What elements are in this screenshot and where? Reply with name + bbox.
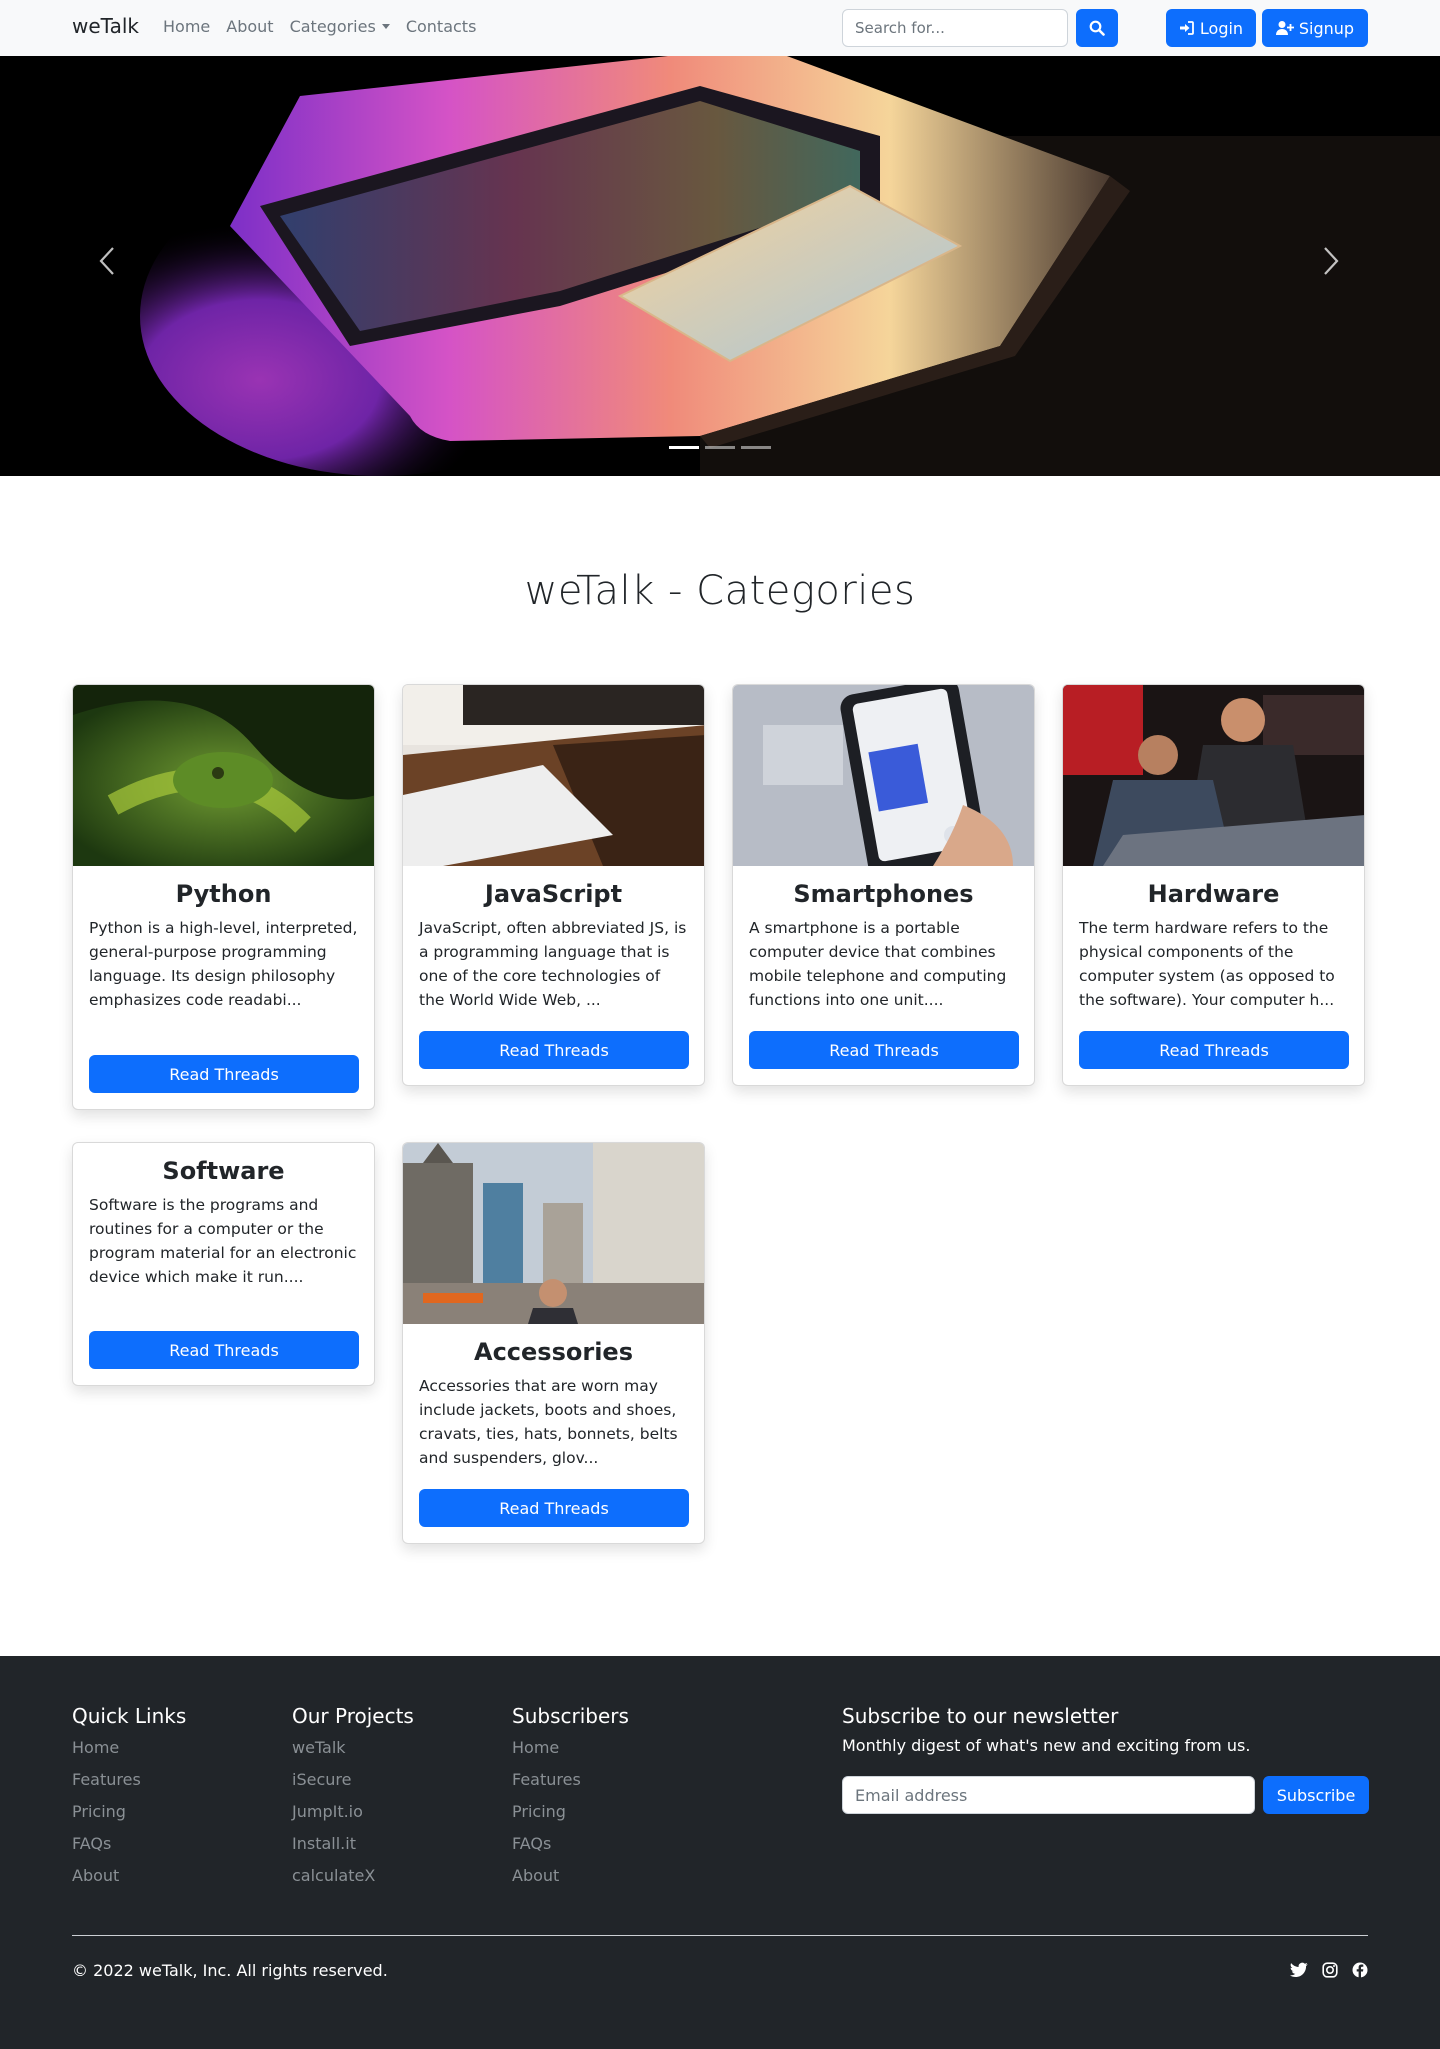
footer-link[interactable]: About — [72, 1864, 186, 1896]
card-title: Accessories — [474, 1338, 633, 1366]
card-image-hardware — [1063, 685, 1364, 866]
subscribe-button[interactable]: Subscribe — [1263, 1776, 1369, 1814]
newsletter-form: Subscribe to our newsletter Monthly dige… — [842, 1704, 1369, 1814]
carousel-prev-icon[interactable] — [98, 246, 116, 276]
card-text: The term hardware refers to the physical… — [1079, 919, 1335, 1009]
carousel-indicator-2[interactable] — [705, 446, 735, 449]
category-card-python: Python Python is a high-level, interpret… — [72, 684, 375, 1110]
nav-link-categories-label: Categories — [289, 17, 376, 36]
footer-link[interactable]: Home — [512, 1736, 629, 1768]
footer-link[interactable]: calculateX — [292, 1864, 414, 1896]
search-button[interactable] — [1076, 9, 1118, 47]
read-threads-button-javascript[interactable]: Read Threads — [419, 1031, 689, 1069]
card-text: A smartphone is a portable computer devi… — [749, 919, 1007, 1009]
card-title: Hardware — [1147, 880, 1280, 908]
card-title: JavaScript — [484, 880, 623, 908]
read-threads-button-smartphones[interactable]: Read Threads — [749, 1031, 1019, 1069]
newsletter-subtext: Monthly digest of what's new and excitin… — [842, 1736, 1251, 1755]
hero-carousel — [0, 56, 1440, 476]
card-image-python — [73, 685, 374, 866]
read-threads-button-software[interactable]: Read Threads — [89, 1331, 359, 1369]
nav-link-home[interactable]: Home — [163, 17, 210, 36]
footer-link[interactable]: FAQs — [512, 1832, 629, 1864]
search-icon — [1089, 20, 1105, 36]
card-image-javascript — [403, 685, 704, 866]
nav-link-contacts[interactable]: Contacts — [406, 17, 477, 36]
footer-divider — [72, 1935, 1368, 1936]
footer-link[interactable]: Features — [72, 1768, 186, 1800]
footer-column-quick-links: Quick Links Home Features Pricing FAQs A… — [72, 1704, 186, 1896]
user-plus-icon — [1275, 21, 1294, 35]
footer-link[interactable]: JumpIt.io — [292, 1800, 414, 1832]
footer-link[interactable]: Install.it — [292, 1832, 414, 1864]
footer-heading: Quick Links — [72, 1704, 187, 1728]
login-button[interactable]: Login — [1166, 9, 1256, 47]
card-title: Python — [175, 880, 272, 908]
card-text: Accessories that are worn may include ja… — [419, 1377, 678, 1467]
card-title: Software — [162, 1157, 285, 1185]
carousel-indicator-3[interactable] — [741, 446, 771, 449]
carousel-indicator-1[interactable] — [669, 446, 699, 449]
footer-link[interactable]: Pricing — [512, 1800, 629, 1832]
card-title: Smartphones — [793, 880, 974, 908]
facebook-icon[interactable] — [1352, 1962, 1368, 1978]
social-links — [1290, 1962, 1368, 1978]
login-label: Login — [1199, 18, 1244, 38]
instagram-icon[interactable] — [1322, 1962, 1338, 1978]
search-input[interactable] — [842, 9, 1068, 47]
carousel-indicators — [669, 446, 771, 449]
category-card-smartphones: Smartphones A smartphone is a portable c… — [732, 684, 1035, 1086]
carousel-next-icon[interactable] — [1322, 246, 1340, 276]
read-threads-button-accessories[interactable]: Read Threads — [419, 1489, 689, 1527]
chevron-down-icon — [381, 24, 390, 29]
carousel-image-laptop — [0, 56, 1440, 476]
card-text: Software is the programs and routines fo… — [89, 1196, 357, 1286]
card-text: JavaScript, often abbreviated JS, is a p… — [419, 919, 687, 1009]
footer: Quick Links Home Features Pricing FAQs A… — [0, 1656, 1440, 2049]
signup-label: Signup — [1298, 18, 1355, 38]
footer-link[interactable]: Features — [512, 1768, 629, 1800]
card-text: Python is a high-level, interpreted, gen… — [89, 919, 358, 1009]
read-threads-button-hardware[interactable]: Read Threads — [1079, 1031, 1349, 1069]
nav-link-about[interactable]: About — [226, 17, 273, 36]
footer-link[interactable]: FAQs — [72, 1832, 186, 1864]
nav-link-categories[interactable]: Categories — [290, 17, 390, 36]
card-image-accessories — [403, 1143, 704, 1324]
category-card-software: Software Software is the programs and ro… — [72, 1142, 375, 1386]
email-field[interactable] — [842, 1776, 1255, 1814]
copyright-text: © 2022 weTalk, Inc. All rights reserved. — [72, 1961, 388, 1980]
card-image-smartphones — [733, 685, 1034, 866]
footer-link[interactable]: Home — [72, 1736, 186, 1768]
twitter-icon[interactable] — [1290, 1962, 1308, 1978]
page-title: weTalk - Categories — [524, 568, 916, 614]
footer-column-our-projects: Our Projects weTalk iSecure JumpIt.io In… — [292, 1704, 414, 1896]
nav-links: Home About Categories Contacts — [163, 17, 476, 36]
signup-button[interactable]: Signup — [1262, 9, 1368, 47]
category-card-hardware: Hardware The term hardware refers to the… — [1062, 684, 1365, 1086]
brand-logo[interactable]: weTalk — [72, 14, 139, 38]
footer-link[interactable]: About — [512, 1864, 629, 1896]
footer-column-subscribers: Subscribers Home Features Pricing FAQs A… — [512, 1704, 629, 1896]
category-card-accessories: Accessories Accessories that are worn ma… — [402, 1142, 705, 1544]
category-card-javascript: JavaScript JavaScript, often abbreviated… — [402, 684, 705, 1086]
footer-heading: Our Projects — [292, 1704, 414, 1728]
footer-link[interactable]: weTalk — [292, 1736, 414, 1768]
footer-link[interactable]: Pricing — [72, 1800, 186, 1832]
footer-heading: Subscribers — [512, 1704, 629, 1728]
navbar: weTalk Home About Categories Contacts Lo… — [0, 0, 1440, 56]
newsletter-heading: Subscribe to our newsletter — [842, 1704, 1119, 1728]
footer-link[interactable]: iSecure — [292, 1768, 414, 1800]
login-icon — [1179, 21, 1194, 35]
read-threads-button-python[interactable]: Read Threads — [89, 1055, 359, 1093]
